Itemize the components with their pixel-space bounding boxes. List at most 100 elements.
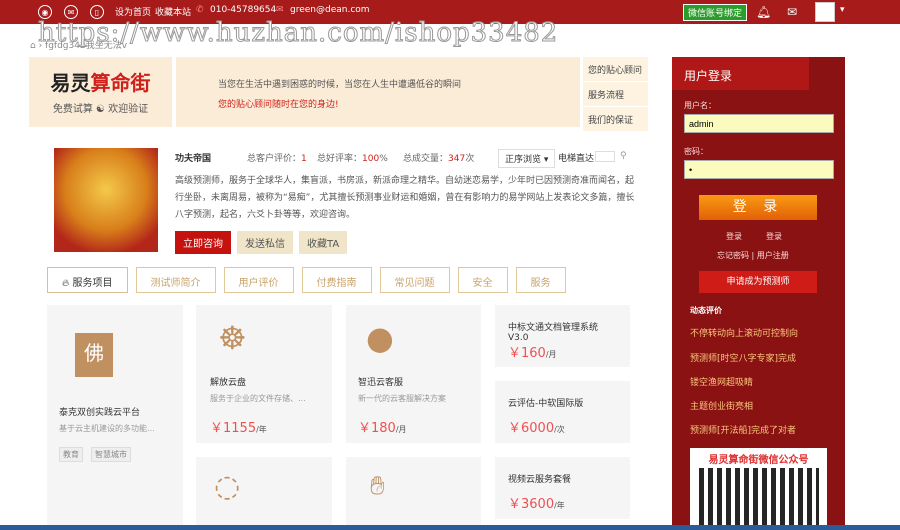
set-home-link[interactable]: 设为首页 — [115, 5, 151, 18]
buddha-book-icon: 佛 — [75, 333, 113, 377]
service-card[interactable]: ✋︎ — [346, 457, 481, 530]
service-card[interactable]: 佛 泰克双创实践云平台 基于云主机建设的多功能... 教育 智慧城市 — [47, 305, 183, 530]
tab-security[interactable]: 安全 — [457, 267, 508, 293]
deals-value: 347 — [448, 154, 466, 164]
profile-photo — [54, 148, 158, 252]
password-label: 密码： — [684, 147, 708, 156]
rate-label: 总好评率： — [317, 154, 363, 164]
password-input[interactable] — [684, 160, 834, 179]
card-unit: /年 — [256, 425, 267, 434]
envelope-icon[interactable]: ✉ — [787, 5, 797, 19]
tag[interactable]: 智慧城市 — [91, 447, 131, 462]
banner-line1: 当您在生活中遇到困惑的时候，当您在人生中遭遇低谷的瞬间 — [218, 80, 462, 90]
login-link[interactable]: 登录 — [726, 231, 742, 242]
tab-services[interactable]: 🔥︎ 服务项目 — [47, 267, 128, 293]
elevator-input[interactable] — [595, 151, 615, 162]
rate-value: 100 — [362, 154, 380, 164]
phone-icon: ✆ — [196, 5, 204, 15]
dynamic-item[interactable]: 镂空渔网超吸睛 — [690, 375, 802, 388]
dynamic-item[interactable]: 预测师[时空八字专家]完成 — [690, 351, 802, 364]
banner: 当您在生活中遇到困惑的时候，当您在人生中遭遇低谷的瞬间 您的贴心顾问随时在您的身… — [176, 57, 580, 127]
rate-unit: % — [379, 154, 388, 164]
card-desc: 服务于企业的文件存储、... — [210, 394, 306, 403]
login-link[interactable]: 登录 — [766, 231, 782, 242]
card-title: 中标文通文档管理系统V3.0 — [508, 323, 599, 343]
favorite-button[interactable]: 收藏TA — [299, 231, 348, 254]
menu-process[interactable]: 服务流程 — [583, 82, 648, 106]
menu-guarantee[interactable]: 我们的保证 — [583, 107, 648, 131]
wechat-icon[interactable]: ✉ — [64, 5, 78, 19]
card-title: 泰克双创实践云平台 — [59, 408, 141, 418]
profile-name: 功夫帝国 — [175, 154, 212, 164]
card-desc: 基于云主机建设的多功能... — [59, 424, 155, 433]
dynamic-item[interactable]: 预测师[开法船]完成了对者 — [690, 423, 802, 436]
mail-icon: ✉ — [276, 5, 284, 15]
prayer-beads-icon: ◌ — [214, 469, 241, 504]
dynamic-item[interactable]: 不停转动向上滚动可控制向 — [690, 326, 802, 339]
wrench-icon[interactable]: ⚲ — [620, 151, 627, 161]
logo-title-b: 算命街 — [90, 71, 151, 95]
card-unit: /次 — [554, 425, 565, 434]
reviews-value: 1 — [301, 154, 307, 164]
tab-intro[interactable]: 测试师简介 — [135, 267, 216, 293]
bookmark-link[interactable]: 收藏本站 — [155, 5, 191, 18]
message-button[interactable]: 发送私信 — [237, 231, 293, 254]
username-label: 用户名： — [684, 101, 716, 110]
login-sidebar: 用户登录 用户名： 密码： 登 录 登录 登录 忘记密码 | 用户注册 申请成为… — [672, 57, 845, 528]
forgot-register-link[interactable]: 忘记密码 | 用户注册 — [717, 250, 789, 261]
chevron-down-icon[interactable]: ▾ — [840, 5, 845, 15]
login-button[interactable]: 登 录 — [699, 195, 817, 220]
bell-icon[interactable]: 🔔︎ — [756, 5, 771, 19]
reviews-label: 总客户评价： — [247, 154, 302, 164]
tab-faq[interactable]: 常见问题 — [379, 267, 450, 293]
menu-advisor[interactable]: 您的贴心顾问 — [583, 57, 648, 81]
logo-slogan: 免费试算 ☯ 欢迎验证 — [52, 104, 149, 115]
service-card[interactable]: ● 智迅云客服 新一代的云客服解决方案 ￥180/月 — [346, 305, 481, 443]
flame-icon: 🔥︎ — [62, 278, 73, 289]
avatar[interactable] — [815, 2, 835, 22]
watermark: https://www.huzhan.com/ishop33482 — [37, 18, 559, 49]
card-title: 视频云服务套餐 — [508, 475, 572, 485]
login-title: 用户登录 — [672, 57, 809, 90]
tab-service[interactable]: 服务 — [515, 267, 566, 293]
tab-reviews[interactable]: 用户评价 — [223, 267, 294, 293]
profile-description: 高级预测师，服务于全球华人，集盲派，书房派，新派命理之精华。自幼迷恋易学，少年时… — [175, 176, 635, 220]
site-logo[interactable]: 易灵算命街 免费试算 ☯ 欢迎验证 — [29, 57, 172, 127]
apply-predictor-button[interactable]: 申请成为预测师 — [699, 271, 817, 293]
mobile-icon[interactable]: ▯ — [90, 5, 104, 19]
deals-unit: 次 — [465, 154, 475, 164]
service-card[interactable]: 中标文通文档管理系统V3.0 ￥160/月 — [495, 305, 630, 367]
qr-code — [698, 468, 819, 528]
deals-stat: 总成交量：347次 — [403, 151, 474, 164]
reviews-stat: 总客户评价：1 — [247, 151, 307, 164]
tab-bar: 🔥︎ 服务项目 测试师简介 用户评价 付费指南 常见问题 安全 服务 — [47, 267, 566, 293]
card-price: ￥3600 — [508, 497, 555, 512]
card-unit: /年 — [554, 501, 565, 510]
tab-payment[interactable]: 付费指南 — [301, 267, 372, 293]
card-title: 云评估-中软国际版 — [508, 399, 584, 409]
consult-button[interactable]: 立即咨询 — [175, 231, 231, 254]
deals-label: 总成交量： — [403, 154, 449, 164]
weibo-icon[interactable]: ◉ — [38, 5, 52, 19]
service-card[interactable]: ☸ 解放云盘 服务于企业的文件存储、... ￥1155/年 — [196, 305, 332, 443]
card-title: 智迅云客服 — [358, 378, 404, 388]
banner-line2: 您的贴心顾问随时在您的身边! — [218, 100, 339, 110]
buddha-hand-icon: ✋︎ — [370, 471, 385, 501]
email-address: green@dean.com — [290, 5, 370, 15]
card-price: ￥180 — [358, 421, 396, 436]
service-card[interactable]: 云评估-中软国际版 ￥6000/次 — [495, 381, 630, 443]
elevator-label: 电梯直达 — [558, 154, 595, 164]
wechat-qr: 易灵算命街微信公众号 — [690, 448, 827, 528]
tag[interactable]: 教育 — [59, 447, 83, 462]
wechat-bind-button[interactable]: 微信账号绑定 — [683, 4, 748, 21]
card-price: ￥6000 — [508, 421, 555, 436]
username-input[interactable] — [684, 114, 834, 133]
card-price: ￥1155 — [210, 421, 257, 436]
card-title: 解放云盘 — [210, 378, 247, 388]
rate-stat: 总好评率：100% — [317, 151, 388, 164]
dynamic-item[interactable]: 主题创业街亮相 — [690, 399, 802, 412]
card-desc: 新一代的云客服解决方案 — [358, 394, 446, 403]
service-card[interactable]: ◌ — [196, 457, 332, 530]
service-card[interactable]: 视频云服务套餐 ￥3600/年 — [495, 457, 630, 519]
sort-select[interactable]: 正序浏览 ▾ — [498, 149, 556, 168]
